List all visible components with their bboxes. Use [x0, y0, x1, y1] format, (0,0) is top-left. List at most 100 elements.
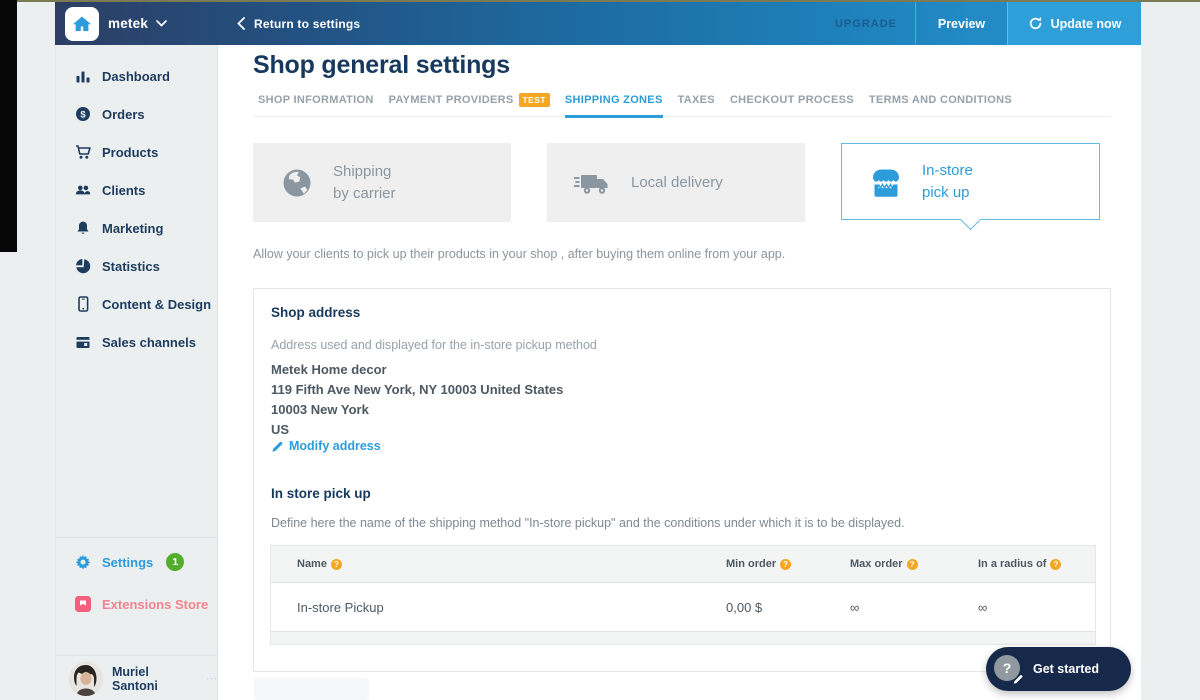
pickup-methods-table: Name? Min order? Max order? In a radius … [270, 545, 1096, 645]
header-label: In a radius of [978, 558, 1046, 570]
extensions-store-icon [75, 596, 91, 612]
header-label: Min order [726, 558, 776, 570]
modify-address-link[interactable]: Modify address [271, 439, 381, 453]
app-home-icon[interactable] [65, 7, 99, 41]
pen-icon [1011, 672, 1025, 686]
address-line-2: 119 Fifth Ave New York, NY 10003 United … [271, 382, 563, 397]
shop-address-subheading: Address used and displayed for the in-st… [271, 338, 597, 352]
method-description: Allow your clients to pick up their prod… [253, 247, 785, 261]
sidebar-item-label: Orders [102, 107, 145, 122]
topbar: metek Return to settings UPGRADE Preview… [55, 2, 1141, 45]
settings-count-badge: 1 [166, 553, 184, 571]
get-started-label: Get started [1033, 662, 1099, 676]
chevron-down-icon [156, 20, 167, 27]
bell-icon [75, 220, 91, 236]
get-started-button[interactable]: ? Get started [986, 647, 1131, 691]
tab-checkout-process[interactable]: CHECKOUT PROCESS [730, 87, 854, 116]
main-content: Shop general settings SHOP INFORMATION P… [217, 45, 1141, 700]
storefront-icon [75, 334, 91, 350]
tab-label: SHIPPING ZONES [565, 94, 663, 106]
sidebar-item-marketing[interactable]: Marketing [56, 209, 218, 247]
modify-address-label: Modify address [289, 439, 381, 453]
in-store-pickup-description: Define here the name of the shipping met… [271, 516, 905, 530]
sidebar-item-orders[interactable]: $ Orders [56, 95, 218, 133]
upgrade-label-faint[interactable]: UPGRADE [835, 18, 897, 30]
table-header-radius: In a radius of? [978, 558, 1095, 570]
help-icon[interactable]: ? [331, 559, 342, 570]
pie-chart-icon [75, 258, 91, 274]
method-card-local-delivery[interactable]: Local delivery [547, 143, 805, 222]
user-name: Muriel Santoni [112, 665, 197, 693]
left-screen-artifact [0, 0, 17, 252]
preview-label: Preview [938, 17, 985, 31]
sidebar-item-label: Sales channels [102, 335, 196, 350]
chevron-left-icon [237, 17, 245, 30]
method-label: Local delivery [631, 172, 723, 194]
sidebar-item-clients[interactable]: Clients [56, 171, 218, 209]
cell-radius: ∞ [978, 600, 1095, 615]
sidebar-item-products[interactable]: Products [56, 133, 218, 171]
tab-label: TAXES [678, 94, 715, 106]
table-row[interactable]: In-store Pickup 0,00 $ ∞ ∞ [271, 582, 1095, 632]
preview-button[interactable]: Preview [915, 2, 1007, 45]
sidebar-item-label: Dashboard [102, 69, 170, 84]
screen-top-edge-line [17, 0, 1200, 2]
globe-icon [279, 165, 315, 201]
refresh-icon [1028, 16, 1043, 31]
sidebar-item-settings[interactable]: Settings 1 [56, 543, 218, 581]
help-pen-icon: ? [994, 655, 1023, 684]
sidebar-item-label: Clients [102, 183, 145, 198]
method-label: Shipping by carrier [333, 161, 396, 205]
pencil-icon [271, 440, 284, 453]
home-icon [72, 15, 92, 33]
update-now-label: Update now [1051, 17, 1122, 31]
avatar [69, 662, 103, 696]
test-badge: TEST [519, 93, 550, 107]
return-to-settings-label: Return to settings [254, 17, 360, 31]
sidebar-item-content-design[interactable]: Content & Design [56, 285, 218, 323]
table-header-min-order: Min order? [726, 558, 850, 570]
sidebar-item-label: Products [102, 145, 158, 160]
svg-text:$: $ [80, 109, 86, 120]
address-line-3: 10003 New York [271, 402, 369, 417]
header-label: Max order [850, 558, 903, 570]
tab-terms-and-conditions[interactable]: TERMS AND CONDITIONS [869, 87, 1012, 116]
bar-chart-icon [75, 68, 91, 84]
cell-name: In-store Pickup [271, 600, 726, 615]
sidebar-item-extensions-store[interactable]: Extensions Store [56, 585, 218, 623]
sidebar-item-statistics[interactable]: Statistics [56, 247, 218, 285]
help-icon[interactable]: ? [907, 559, 918, 570]
partial-bottom-button[interactable] [254, 678, 369, 700]
phone-icon [75, 296, 91, 312]
help-icon[interactable]: ? [780, 559, 791, 570]
tab-taxes[interactable]: TAXES [678, 87, 715, 116]
update-now-button[interactable]: Update now [1007, 2, 1141, 45]
app-switcher[interactable]: metek [108, 16, 167, 31]
table-header-name: Name? [271, 558, 726, 570]
tab-payment-providers[interactable]: PAYMENT PROVIDERSTEST [389, 87, 550, 116]
app-name: metek [108, 16, 148, 31]
sidebar-item-label: Content & Design [102, 297, 211, 312]
sidebar-item-label: Marketing [102, 221, 163, 236]
sidebar-item-sales-channels[interactable]: Sales channels [56, 323, 218, 361]
return-to-settings-link[interactable]: Return to settings [237, 17, 360, 31]
tab-label: CHECKOUT PROCESS [730, 94, 854, 106]
shop-address-heading: Shop address [271, 305, 360, 320]
header-label: Name [297, 558, 327, 570]
method-card-shipping-by-carrier[interactable]: Shipping by carrier [253, 143, 511, 222]
settings-card: Shop address Address used and displayed … [253, 288, 1111, 672]
tab-shop-information[interactable]: SHOP INFORMATION [258, 87, 374, 116]
tab-shipping-zones[interactable]: SHIPPING ZONES [565, 87, 663, 118]
method-label-line1: Shipping [333, 163, 391, 180]
in-store-pickup-heading: In store pick up [271, 486, 371, 501]
table-header-max-order: Max order? [850, 558, 978, 570]
method-label-line2: pick up [922, 184, 970, 201]
page-title: Shop general settings [253, 51, 510, 80]
sidebar-item-label: Settings [102, 555, 153, 570]
method-label-line1: Local delivery [631, 174, 723, 191]
sidebar-item-dashboard[interactable]: Dashboard [56, 57, 218, 95]
method-label-line2: by carrier [333, 185, 396, 202]
user-profile-button[interactable]: Muriel Santoni ⋯ [56, 657, 218, 700]
help-icon[interactable]: ? [1050, 559, 1061, 570]
sidebar-divider [56, 655, 218, 656]
